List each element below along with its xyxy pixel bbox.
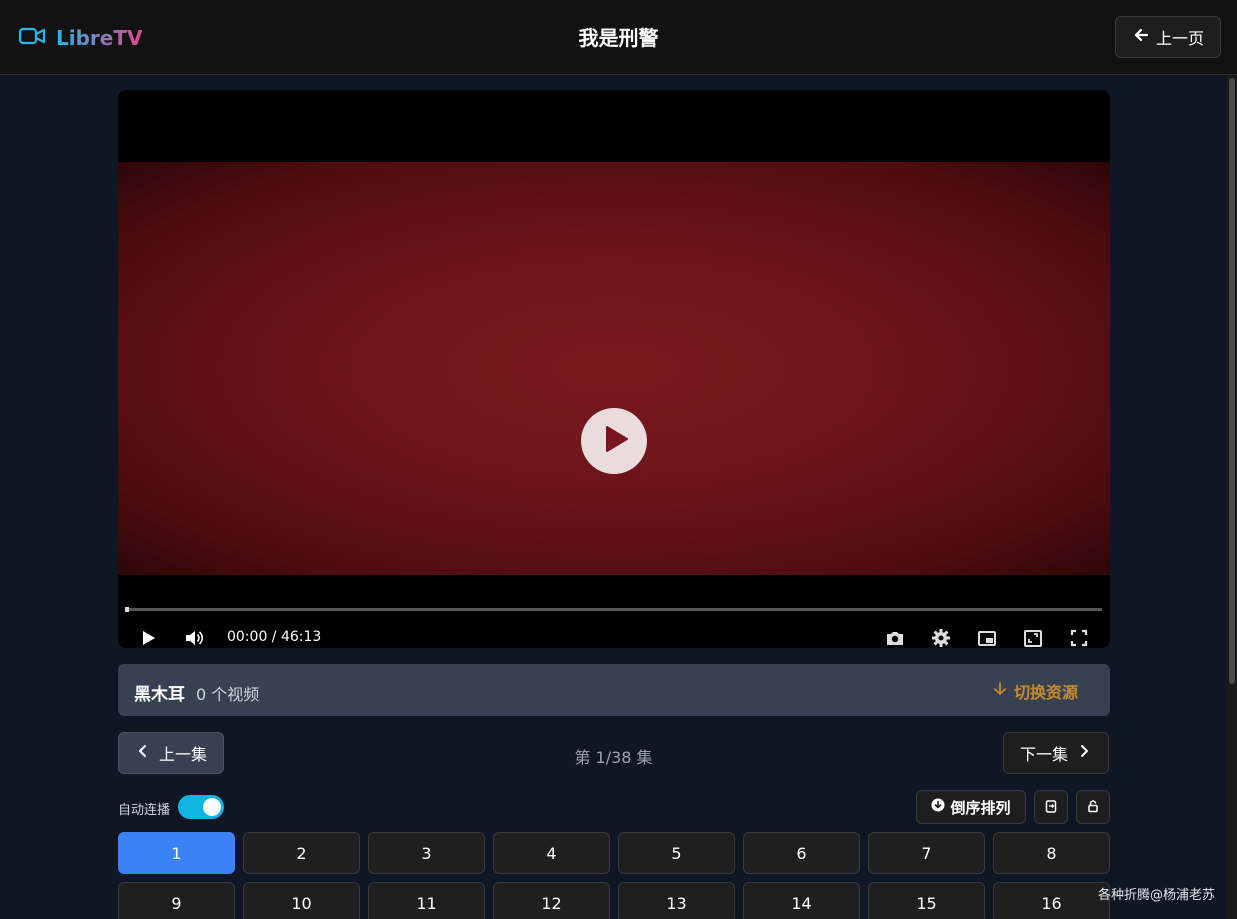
top-header: LibreTV 我是刑警 上一页 <box>0 0 1237 75</box>
episode-button[interactable]: 5 <box>618 832 735 874</box>
episode-button[interactable]: 3 <box>368 832 485 874</box>
progress-handle[interactable] <box>125 607 129 612</box>
arrow-down-circle-icon <box>931 798 945 816</box>
video-frame[interactable] <box>118 162 1110 575</box>
toggle-knob <box>203 798 221 816</box>
play-icon[interactable] <box>138 628 158 648</box>
episode-button[interactable]: 4 <box>493 832 610 874</box>
player-controls: 00:00 / 46:13 <box>118 626 1110 648</box>
page-title: 我是刑警 <box>578 26 659 50</box>
lock-button[interactable] <box>1076 790 1110 824</box>
episode-grid: 1 2 3 4 5 6 7 8 9 10 11 12 13 14 15 16 <box>118 832 1110 919</box>
episode-button[interactable]: 6 <box>743 832 860 874</box>
picture-in-picture-icon[interactable] <box>977 628 997 648</box>
volume-icon[interactable] <box>184 628 204 648</box>
episode-button[interactable]: 9 <box>118 882 235 919</box>
reverse-order-label: 倒序排列 <box>950 798 1011 817</box>
fullscreen-icon[interactable] <box>1069 628 1089 648</box>
copy-link-button[interactable] <box>1034 790 1068 824</box>
next-episode-button[interactable]: 下一集 <box>1003 732 1109 774</box>
scrollbar-thumb[interactable] <box>1229 78 1235 684</box>
source-video-count: 0 个视频 <box>196 685 260 704</box>
play-icon <box>597 424 631 458</box>
episode-button[interactable]: 16 <box>993 882 1110 919</box>
settings-icon[interactable] <box>931 628 951 648</box>
next-episode-label: 下一集 <box>1019 745 1068 764</box>
chevron-right-icon <box>1076 743 1092 763</box>
autoplay-label: 自动连播 <box>118 803 171 818</box>
switch-source-label: 切换资源 <box>1014 683 1079 702</box>
screenshot-icon[interactable] <box>885 628 905 648</box>
progress-bar[interactable] <box>125 607 1102 612</box>
time-display: 00:00 / 46:13 <box>227 629 322 645</box>
episode-button[interactable]: 12 <box>493 882 610 919</box>
video-player[interactable]: 00:00 / 46:13 <box>118 90 1110 648</box>
episode-button[interactable]: 14 <box>743 882 860 919</box>
arrow-left-icon <box>1132 26 1150 48</box>
autoplay-toggle[interactable] <box>178 795 224 819</box>
episode-button[interactable]: 15 <box>868 882 985 919</box>
episode-button[interactable]: 10 <box>243 882 360 919</box>
episode-button[interactable]: 1 <box>118 832 235 874</box>
reverse-order-button[interactable]: 倒序排列 <box>916 790 1026 824</box>
source-bar: 黑木耳 0 个视频 切换资源 <box>118 664 1110 716</box>
arrow-down-icon <box>992 681 1008 701</box>
source-name: 黑木耳 <box>134 685 185 705</box>
episode-button[interactable]: 13 <box>618 882 735 919</box>
episode-button[interactable]: 8 <box>993 832 1110 874</box>
lock-icon <box>1086 798 1100 817</box>
episode-button[interactable]: 7 <box>868 832 985 874</box>
episode-button[interactable]: 11 <box>368 882 485 919</box>
episode-button[interactable]: 2 <box>243 832 360 874</box>
back-button[interactable]: 上一页 <box>1115 16 1221 58</box>
back-button-label: 上一页 <box>1155 29 1204 48</box>
big-play-button[interactable] <box>581 408 647 474</box>
switch-source-button[interactable]: 切换资源 <box>992 679 1078 703</box>
watermark: 各种折腾@杨浦老苏 <box>1098 888 1216 903</box>
copy-link-icon <box>1044 798 1058 817</box>
web-fullscreen-icon[interactable] <box>1023 628 1043 648</box>
